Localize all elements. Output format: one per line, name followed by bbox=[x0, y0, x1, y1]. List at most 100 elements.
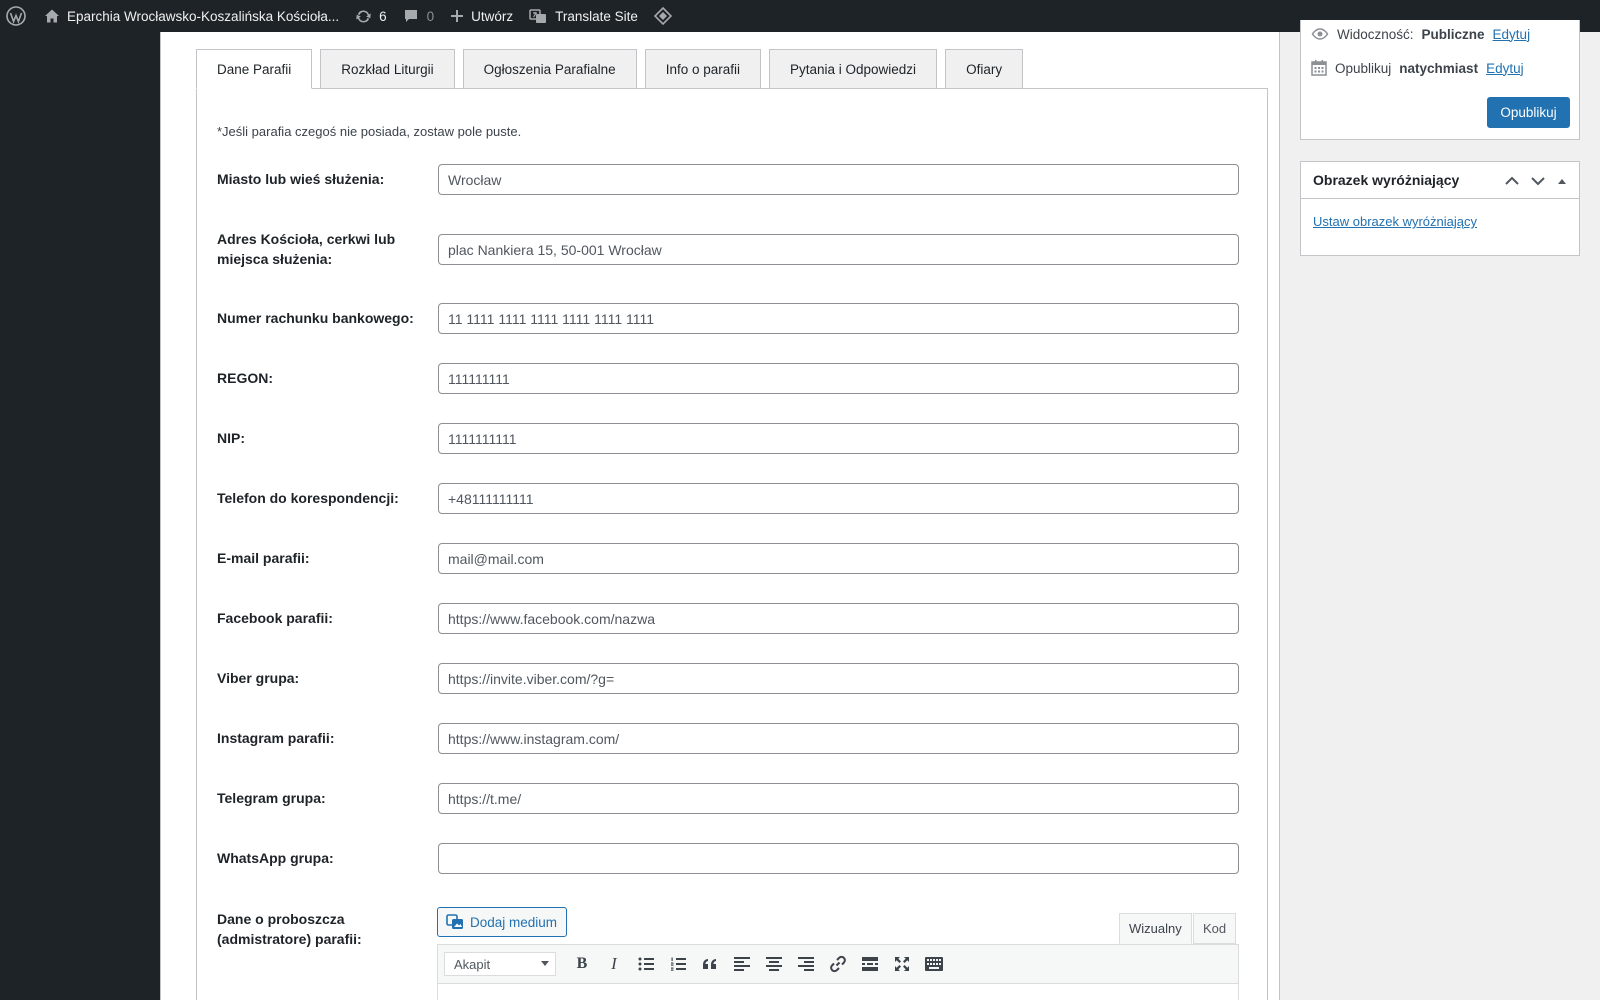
bold-icon: B bbox=[576, 955, 588, 972]
align-center-button[interactable] bbox=[758, 949, 790, 979]
viber-input[interactable] bbox=[438, 663, 1239, 694]
plugin-diamond-icon[interactable] bbox=[646, 0, 680, 32]
add-media-label: Dodaj medium bbox=[470, 914, 558, 930]
tab-rozklad-liturgii[interactable]: Rozkład Liturgii bbox=[320, 49, 455, 89]
featured-image-box: Obrazek wyróżniający Ustaw obrazek wyróż… bbox=[1300, 161, 1580, 256]
updates-count: 6 bbox=[379, 8, 387, 24]
facebook-input[interactable] bbox=[438, 603, 1239, 634]
address-label: Adres Kościoła, cerkwi lub miejsca służe… bbox=[217, 231, 396, 267]
link-icon bbox=[829, 955, 847, 973]
toolbar-toggle-button[interactable] bbox=[918, 949, 950, 979]
tab-info-o-parafii[interactable]: Info o parafii bbox=[644, 49, 761, 89]
site-name-label: Eparchia Wrocławsko-Koszalińska Kościoła… bbox=[67, 8, 340, 24]
updates-link[interactable]: 6 bbox=[347, 0, 395, 32]
phone-input[interactable] bbox=[438, 483, 1239, 514]
format-select-value: Akapit bbox=[454, 956, 491, 972]
comment-icon bbox=[403, 8, 419, 24]
collapse-toggle-button[interactable] bbox=[1551, 170, 1573, 192]
whatsapp-input[interactable] bbox=[438, 843, 1239, 874]
instagram-input[interactable] bbox=[438, 723, 1239, 754]
parish-tabs: Dane Parafii Rozkład Liturgii Ogłoszenia… bbox=[196, 49, 1024, 89]
tab-pytania-i-odpowiedzi[interactable]: Pytania i Odpowiedzi bbox=[768, 49, 938, 89]
regon-input[interactable] bbox=[438, 363, 1239, 394]
priest-info-label: Dane o proboszcza (admistratore) parafii… bbox=[217, 911, 362, 947]
viber-label: Viber grupa: bbox=[217, 670, 300, 686]
whatsapp-label: WhatsApp grupa: bbox=[217, 850, 334, 866]
field-row-nip: NIP: bbox=[217, 418, 1257, 458]
chevron-up-icon bbox=[1505, 176, 1519, 186]
publish-box: Widoczność: Publiczne Edytuj Opublikuj n… bbox=[1300, 20, 1580, 140]
align-right-button[interactable] bbox=[790, 949, 822, 979]
translate-icon bbox=[529, 8, 547, 24]
visibility-edit-link[interactable]: Edytuj bbox=[1493, 27, 1531, 42]
comments-count: 0 bbox=[426, 8, 435, 24]
bullet-list-button[interactable] bbox=[630, 949, 662, 979]
bold-button[interactable]: B bbox=[566, 949, 598, 979]
format-select[interactable]: Akapit bbox=[444, 952, 556, 976]
fullscreen-button[interactable] bbox=[886, 949, 918, 979]
regon-label: REGON: bbox=[217, 370, 273, 386]
field-row-viber: Viber grupa: bbox=[217, 658, 1257, 698]
add-media-button[interactable]: Dodaj medium bbox=[437, 907, 568, 937]
field-row-bank-account: Numer rachunku bankowego: bbox=[217, 298, 1257, 338]
tab-ogloszenia-parafialne[interactable]: Ogłoszenia Parafialne bbox=[462, 49, 637, 89]
read-more-button[interactable] bbox=[854, 949, 886, 979]
translate-site-link[interactable]: Translate Site bbox=[521, 0, 646, 32]
blockquote-icon bbox=[702, 958, 718, 970]
publish-time-edit-link[interactable]: Edytuj bbox=[1486, 61, 1524, 76]
editor-toolbar: Akapit B I bbox=[437, 944, 1239, 984]
blockquote-button[interactable] bbox=[694, 949, 726, 979]
city-input[interactable] bbox=[438, 164, 1239, 195]
form-note: *Jeśli parafia czegoś nie posiada, zosta… bbox=[217, 124, 522, 139]
email-input[interactable] bbox=[438, 543, 1239, 574]
nip-input[interactable] bbox=[438, 423, 1239, 454]
fullscreen-icon bbox=[894, 956, 910, 972]
publish-button[interactable]: Opublikuj bbox=[1487, 97, 1570, 128]
telegram-input[interactable] bbox=[438, 783, 1239, 814]
field-row-address: Adres Kościoła, cerkwi lub miejsca służe… bbox=[217, 229, 1257, 269]
field-row-telegram: Telegram grupa: bbox=[217, 778, 1257, 818]
phone-label: Telefon do korespondencji: bbox=[217, 490, 399, 506]
city-label: Miasto lub wieś służenia: bbox=[217, 171, 385, 187]
field-row-whatsapp: WhatsApp grupa: bbox=[217, 838, 1257, 878]
set-featured-image-link[interactable]: Ustaw obrazek wyróżniający bbox=[1313, 214, 1477, 229]
numbered-list-button[interactable] bbox=[662, 949, 694, 979]
new-content-link[interactable]: Utwórz bbox=[442, 0, 521, 32]
tab-content: *Jeśli parafia czegoś nie posiada, zosta… bbox=[196, 88, 1268, 1000]
email-label: E-mail parafii: bbox=[217, 550, 310, 566]
tab-dane-parafii[interactable]: Dane Parafii bbox=[196, 49, 313, 89]
visibility-row: Widoczność: Publiczne Edytuj bbox=[1311, 24, 1530, 44]
site-name-link[interactable]: Eparchia Wrocławsko-Koszalińska Kościoła… bbox=[36, 0, 347, 32]
field-row-instagram: Instagram parafii: bbox=[217, 718, 1257, 758]
field-row-phone: Telefon do korespondencji: bbox=[217, 478, 1257, 518]
meta-box-panel: Dane Parafii Rozkład Liturgii Ogłoszenia… bbox=[160, 32, 1280, 1000]
bank-account-input[interactable] bbox=[438, 303, 1239, 334]
field-row-regon: REGON: bbox=[217, 358, 1257, 398]
chevron-down-icon bbox=[1531, 176, 1545, 186]
move-down-button[interactable] bbox=[1527, 170, 1549, 192]
toolbar-toggle-icon bbox=[925, 957, 943, 971]
align-left-button[interactable] bbox=[726, 949, 758, 979]
read-more-icon bbox=[862, 957, 878, 971]
align-center-icon bbox=[766, 957, 782, 971]
bullet-list-icon bbox=[638, 957, 654, 971]
comments-link[interactable]: 0 bbox=[395, 0, 443, 32]
featured-image-title: Obrazek wyróżniający bbox=[1313, 172, 1460, 188]
tab-ofiary[interactable]: Ofiary bbox=[945, 49, 1024, 89]
address-input[interactable] bbox=[438, 234, 1239, 265]
align-right-icon bbox=[798, 957, 814, 971]
link-button[interactable] bbox=[822, 949, 854, 979]
editor-content-area[interactable] bbox=[437, 984, 1239, 1000]
wordpress-logo-icon[interactable] bbox=[0, 0, 36, 32]
translate-site-label: Translate Site bbox=[555, 8, 638, 24]
code-tab[interactable]: Kod bbox=[1193, 913, 1237, 944]
publish-label: Opublikuj bbox=[1335, 60, 1392, 76]
visual-tab[interactable]: Wizualny bbox=[1119, 913, 1192, 944]
add-media-icon bbox=[446, 914, 464, 930]
visibility-value: Publiczne bbox=[1421, 26, 1485, 42]
new-content-label: Utwórz bbox=[471, 8, 514, 24]
telegram-label: Telegram grupa: bbox=[217, 790, 326, 806]
field-row-city: Miasto lub wieś służenia: bbox=[217, 159, 1257, 199]
move-up-button[interactable] bbox=[1501, 170, 1523, 192]
italic-button[interactable]: I bbox=[598, 949, 630, 979]
